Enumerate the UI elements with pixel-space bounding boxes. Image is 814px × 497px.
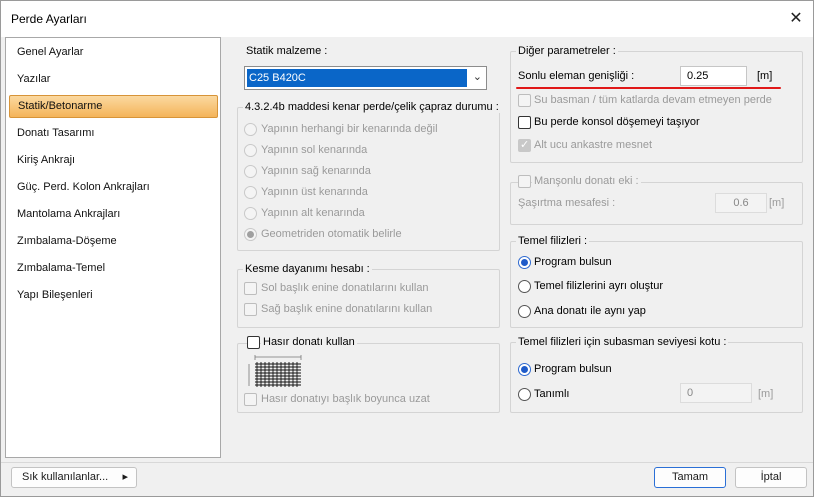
radio-corner-bottom[interactable]: [244, 207, 257, 220]
radio-corner-top[interactable]: [244, 186, 257, 199]
basement-level-group: [510, 342, 803, 413]
level-program-label: Program bulsun: [534, 363, 612, 375]
nav-item-genel-ayarlar[interactable]: Genel Ayarlar: [9, 41, 218, 64]
fe-width-input[interactable]: 0.25: [680, 66, 747, 86]
nav-item-zimbalama-doseme[interactable]: Zımbalama-Döşeme: [9, 230, 218, 253]
static-material-label: Statik malzeme :: [246, 45, 328, 57]
level-unit: [m]: [758, 388, 774, 400]
nav-item-donati-tasarimi[interactable]: Donatı Tasarımı: [9, 122, 218, 145]
dialog-window: Perde Ayarları ✕ Genel Ayarlar Yazılar S…: [0, 0, 814, 497]
radio-level-program[interactable]: [518, 363, 531, 376]
mesh-checkbox[interactable]: [247, 336, 260, 349]
other-params-title: Diğer parametreler :: [516, 45, 618, 57]
fixed-support-label: Alt ucu ankastre mesnet: [534, 139, 653, 151]
title-bar: Perde Ayarları ✕: [1, 1, 813, 37]
foundation-title: Temel filizleri :: [516, 235, 590, 247]
offset-label: Şaşırtma mesafesi :: [518, 197, 616, 209]
nav-item-yazilar[interactable]: Yazılar: [9, 68, 218, 91]
cantilever-slab-checkbox[interactable]: [518, 116, 531, 129]
corner-right-label: Yapının sağ kenarında: [261, 165, 371, 177]
foundation-separate-label: Temel filizlerini ayrı oluştur: [534, 280, 663, 292]
offset-input[interactable]: 0.6: [715, 193, 767, 213]
basement-wall-label: Su basman / tüm katlarda devam etmeyen p…: [534, 94, 772, 106]
corner-top-label: Yapının üst kenarında: [261, 186, 368, 198]
radio-foundation-separate[interactable]: [518, 280, 531, 293]
nav-item-guc-perd-kolon[interactable]: Güç. Perd. Kolon Ankrajları: [9, 176, 218, 199]
level-defined-label: Tanımlı: [534, 388, 570, 400]
fe-width-unit: [m]: [757, 70, 773, 82]
corner-left-label: Yapının sol kenarında: [261, 144, 368, 156]
offset-unit: [m]: [769, 197, 785, 209]
radio-corner-auto[interactable]: [244, 228, 257, 241]
coupler-checkbox[interactable]: [518, 175, 531, 188]
close-icon[interactable]: ✕: [787, 10, 805, 28]
frequent-settings-button[interactable]: Sık kullanılanlar... ▸: [11, 467, 137, 488]
corner-condition-title: 4.3.2.4b maddesi kenar perde/çelik çapra…: [243, 101, 501, 113]
radio-foundation-same[interactable]: [518, 305, 531, 318]
nav-item-mantolama[interactable]: Mantolama Ankrajları: [9, 203, 218, 226]
radio-foundation-program[interactable]: [518, 256, 531, 269]
nav-item-statik-betonarme[interactable]: Statik/Betonarme: [9, 95, 218, 118]
foundation-same-label: Ana donatı ile aynı yap: [534, 305, 646, 317]
cancel-button[interactable]: İptal: [735, 467, 807, 488]
level-value-input[interactable]: 0: [680, 383, 752, 403]
window-title: Perde Ayarları: [11, 12, 87, 26]
corner-none-label: Yapının herhangi bir kenarında değil: [261, 123, 438, 135]
highlight-underline: [516, 87, 781, 89]
shear-right-label: Sağ başlık enine donatılarını kullan: [261, 303, 433, 315]
cantilever-slab-label: Bu perde konsol döşemeyi taşıyor: [534, 116, 700, 128]
nav-item-yapi-bilesenleri[interactable]: Yapı Bileşenleri: [9, 284, 218, 307]
corner-bottom-label: Yapının alt kenarında: [261, 207, 365, 219]
mesh-extend-checkbox[interactable]: [244, 393, 257, 406]
radio-corner-left[interactable]: [244, 144, 257, 157]
basement-wall-checkbox[interactable]: [518, 94, 531, 107]
shear-left-label: Sol başlık enine donatılarını kullan: [261, 282, 429, 294]
mesh-group-title: Hasır donatı kullan: [261, 336, 357, 348]
chevron-right-icon: ▸: [122, 471, 128, 483]
shear-group-title: Kesme dayanımı hesabı :: [243, 263, 372, 275]
mesh-extend-label: Hasır donatıyı başlık boyunca uzat: [261, 393, 430, 405]
static-material-dropdown[interactable]: C25 B420C ⌄: [244, 66, 487, 90]
fe-width-label: Sonlu eleman genişliği :: [518, 70, 635, 82]
foundation-program-label: Program bulsun: [534, 256, 612, 268]
coupler-title: Manşonlu donatı eki :: [532, 175, 641, 187]
footer-divider: [1, 462, 813, 463]
chevron-down-icon[interactable]: ⌄: [473, 70, 482, 83]
corner-auto-label: Geometriden otomatik belirle: [261, 228, 402, 240]
fixed-support-checkbox[interactable]: [518, 138, 531, 152]
nav-item-kiris-ankraji[interactable]: Kiriş Ankrajı: [9, 149, 218, 172]
shear-left-checkbox[interactable]: [244, 282, 257, 295]
radio-level-defined[interactable]: [518, 388, 531, 401]
basement-level-title: Temel filizleri için subasman seviyesi k…: [516, 336, 729, 348]
frequent-settings-label: Sık kullanılanlar...: [22, 471, 109, 483]
ok-button[interactable]: Tamam: [654, 467, 726, 488]
radio-corner-none[interactable]: [244, 123, 257, 136]
category-list: Genel Ayarlar Yazılar Statik/Betonarme D…: [5, 37, 221, 458]
shear-right-checkbox[interactable]: [244, 303, 257, 316]
mesh-illustration-icon: [248, 355, 302, 387]
shear-group: [237, 269, 500, 328]
static-material-value: C25 B420C: [247, 69, 467, 87]
nav-item-zimbalama-temel[interactable]: Zımbalama-Temel: [9, 257, 218, 280]
radio-corner-right[interactable]: [244, 165, 257, 178]
